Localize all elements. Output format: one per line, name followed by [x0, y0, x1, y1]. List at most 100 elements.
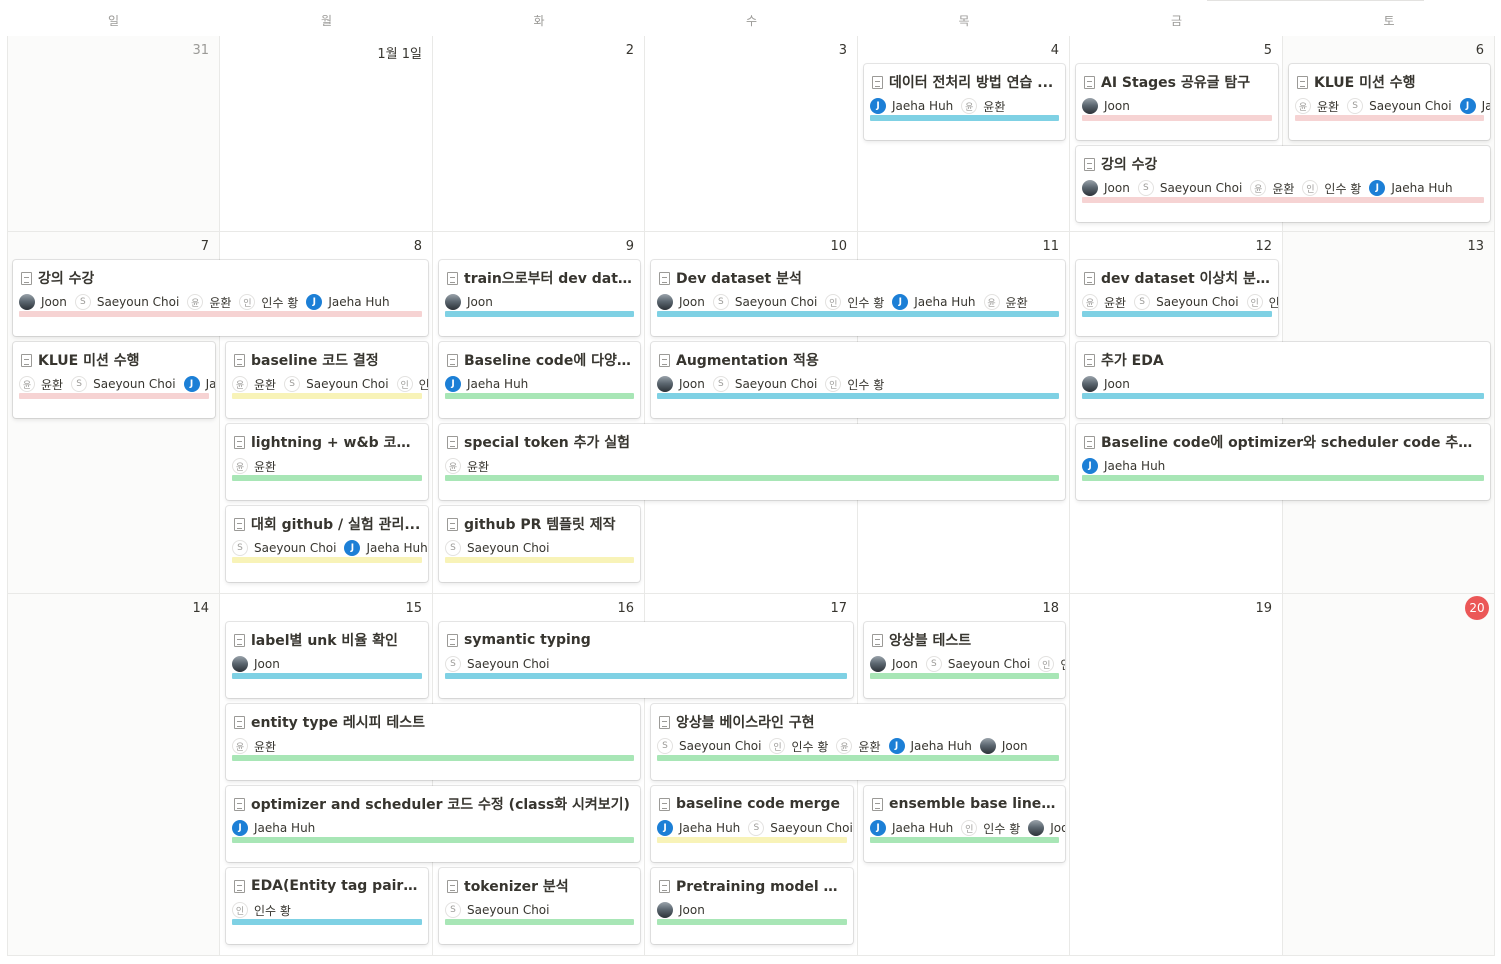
event-card[interactable]: dev dataset 이상치 분석 ... 윤 윤환 S Saeyoun Choi 인 인…	[1076, 260, 1278, 336]
avatar: 윤	[19, 376, 35, 392]
page-icon	[447, 633, 458, 647]
event-card[interactable]: optimizer and scheduler 코드 수정 (class화 시켜…	[226, 786, 640, 862]
avatar: J	[888, 738, 905, 754]
event-card[interactable]: KLUE 미션 수행윤 윤환 S Saeyoun Choi J Jaeha Huh	[1289, 64, 1490, 140]
day-cell[interactable]: 3	[645, 36, 858, 232]
page-icon	[1297, 75, 1308, 89]
assignee-name: 인수 황	[254, 903, 291, 918]
assignee-list: J Jaeha Huh 윤 윤환	[870, 96, 1065, 116]
assignee: J Jaeha Huh	[183, 376, 215, 392]
assignee-name: Jaeha Huh	[892, 99, 954, 113]
avatar: J	[892, 294, 909, 310]
event-card[interactable]: train으로부터 dev datase... Joon	[439, 260, 640, 336]
assignee: S Saeyoun Choi	[1137, 180, 1243, 196]
assignee-list: J Jaeha Huh	[232, 818, 640, 838]
assignee-name: Saeyoun Choi	[1159, 181, 1243, 195]
event-title-text: EDA(Entity tag pair - label)	[251, 878, 422, 894]
day-cell[interactable]	[1283, 594, 1495, 956]
event-card[interactable]: github PR 템플릿 제작 S Saeyoun Choi	[439, 506, 640, 582]
assignee-list: Joon	[232, 654, 428, 674]
assignee: Joon	[445, 294, 493, 310]
event-card[interactable]: 강의 수강 Joon S Saeyoun Choi 윤 윤환 인 인수 황 J Jaeha Huh	[13, 260, 428, 336]
event-card[interactable]: 데이터 전처리 방법 연습 ... J Jaeha Huh 윤 윤환	[864, 64, 1065, 140]
assignee-name: 인수 황	[983, 821, 1021, 836]
assignee: 윤 윤환	[232, 376, 276, 393]
assignee: Joon	[19, 294, 67, 310]
event-card[interactable]: entity type 레시피 테스트 윤 윤환	[226, 704, 640, 780]
event-card[interactable]: Augmentation 적용 Joon S Saeyoun Choi 인 인수 황	[651, 342, 1065, 418]
event-title: baseline code merge	[659, 794, 847, 814]
page-icon	[659, 715, 670, 729]
event-card[interactable]: Dev dataset 분석 Joon S Saeyoun Choi 인 인수 황 J Jae…	[651, 260, 1065, 336]
event-card[interactable]: EDA(Entity tag pair - label)인 인수 황	[226, 868, 428, 944]
weekday-header: 목	[958, 14, 970, 28]
assignee-name: 윤환	[1005, 295, 1028, 310]
event-title: 대회 github / 실험 관리...	[234, 514, 422, 534]
avatar: S	[657, 738, 673, 754]
avatar: S	[445, 656, 461, 672]
assignee-name: Saeyoun Choi	[306, 377, 389, 391]
event-card[interactable]: ensemble base line code...J Jaeha Huh 인 인수 …	[864, 786, 1065, 862]
event-color-bar	[232, 673, 422, 679]
event-card[interactable]: 앙상블 테스트 Joon S Saeyoun Choi 인 인수 황	[864, 622, 1065, 698]
page-icon	[234, 633, 245, 647]
event-title: symantic typing	[447, 630, 847, 650]
event-card[interactable]: special token 추가 실험 윤 윤환	[439, 424, 1065, 500]
day-number: 1월 1일	[377, 47, 422, 62]
assignee-list: 윤 윤환	[445, 456, 1065, 476]
event-title-text: optimizer and scheduler 코드 수정 (class화 시켜…	[251, 797, 630, 813]
assignee-name: Jaeha Huh	[914, 295, 976, 309]
assignee: 인 인수 황	[1246, 294, 1278, 311]
page-icon	[1084, 353, 1095, 367]
event-card[interactable]: tokenizer 분석 S Saeyoun Choi	[439, 868, 640, 944]
event-title: dev dataset 이상치 분석 ...	[1084, 268, 1272, 288]
event-color-bar	[19, 393, 209, 399]
event-color-bar	[232, 557, 422, 563]
event-color-bar	[870, 115, 1059, 121]
event-card[interactable]: KLUE 미션 수행윤 윤환 S Saeyoun Choi J Jaeha Huh	[13, 342, 215, 418]
event-card[interactable]: Baseline code에 optimizer와 scheduler code…	[1076, 424, 1490, 500]
day-cell[interactable]: 14	[7, 594, 220, 956]
event-card[interactable]: AI Stages 공유글 탐구 Joon	[1076, 64, 1278, 140]
scroll-indicator	[1207, 0, 1424, 1]
page-icon	[447, 517, 458, 531]
weekday-header: 금	[1170, 14, 1183, 28]
event-card[interactable]: label별 unk 비율 확인 Joon	[226, 622, 428, 698]
event-card[interactable]: Baseline code에 다양한 ... J Jaeha Huh	[439, 342, 640, 418]
avatar: 윤	[983, 294, 1000, 310]
event-card[interactable]: Pretraining model 테스트 Joon	[651, 868, 853, 944]
event-title-text: 추가 EDA	[1101, 353, 1164, 369]
event-card[interactable]: 추가 EDA Joon	[1076, 342, 1490, 418]
day-cell[interactable]: 1월 1일	[220, 36, 433, 232]
page-icon	[659, 271, 670, 285]
assignee-name: Jaeha Huh	[366, 541, 428, 555]
assignee-list: J Jaeha Huh	[445, 374, 640, 394]
assignee: 인 인수 황	[961, 820, 1020, 837]
assignee-list: 윤 윤환 S Saeyoun Choi J Jaeha Huh	[1295, 96, 1490, 116]
page-icon	[1084, 435, 1095, 449]
event-title: baseline 코드 결정	[234, 350, 422, 370]
page-icon	[872, 633, 883, 647]
assignee-list: JJaeha HuhSSaeyoun Choi인인수 황	[657, 818, 853, 838]
event-card[interactable]: baseline code merge J Jaeha Huh S Saeyoun Ch…	[651, 786, 853, 862]
event-card[interactable]: 앙상블 베이스라인 구현 S Saeyoun Choi 인 인수 황 윤 윤환 J Jaeha …	[651, 704, 1065, 780]
assignee: 윤 윤환	[19, 376, 63, 393]
event-card[interactable]: lightning + w&b 코드 이전 윤 윤환	[226, 424, 428, 500]
assignee-name: Saeyoun Choi	[679, 739, 762, 753]
avatar: S	[1347, 98, 1364, 114]
assignee: J Jaeha Huh	[1369, 180, 1453, 196]
event-card[interactable]: baseline 코드 결정윤 윤환 S Saeyoun Choi 인 인수 황	[226, 342, 428, 418]
assignee: S Saeyoun Choi	[71, 376, 176, 392]
assignee: 윤 윤환	[1082, 294, 1126, 311]
event-card[interactable]: 대회 github / 실험 관리... S Saeyoun Choi J Jaeha …	[226, 506, 428, 582]
event-card[interactable]: 강의 수강 Joon S Saeyoun Choi 윤 윤환 인 인수 황 J Jaeha Huh	[1076, 146, 1490, 222]
assignee-name: Jaeha Huh	[892, 821, 954, 835]
day-cell[interactable]: 2	[433, 36, 645, 232]
day-cell[interactable]: 19	[1070, 594, 1283, 956]
event-card[interactable]: symantic typing S Saeyoun Choi	[439, 622, 853, 698]
event-title: 추가 EDA	[1084, 350, 1484, 370]
avatar: J	[232, 820, 248, 836]
day-cell[interactable]: 31	[7, 36, 220, 232]
assignee-list: 윤 윤환 S Saeyoun Choi 인 인수 황	[232, 374, 428, 394]
assignee-name: 윤환	[467, 459, 490, 474]
